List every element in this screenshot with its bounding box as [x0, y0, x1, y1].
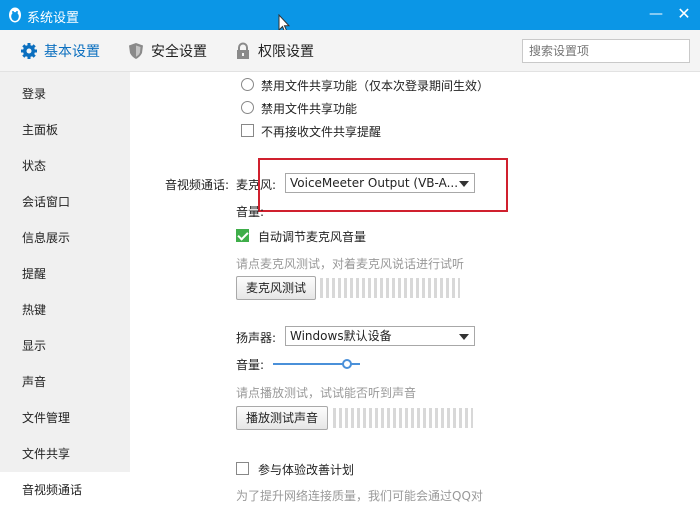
minimize-button[interactable]: — — [648, 6, 664, 22]
sidebar-item-main-panel[interactable]: 主面板 — [0, 112, 130, 148]
qq-penguin-icon — [9, 7, 21, 23]
settings-content: 禁用文件共享功能（仅本次登录期间生效） 禁用文件共享功能 不再接收文件共享提醒 … — [130, 72, 700, 508]
disable-share-session-radio[interactable] — [241, 78, 254, 91]
no-share-reminder-checkbox[interactable] — [241, 124, 254, 137]
mic-level-meter — [320, 278, 460, 298]
disable-share-label: 禁用文件共享功能 — [261, 102, 358, 116]
tab-label: 基本设置 — [44, 44, 100, 60]
tab-label: 安全设置 — [151, 44, 207, 60]
sidebar-item-file-management[interactable]: 文件管理 — [0, 400, 130, 436]
sidebar-item-sound[interactable]: 声音 — [0, 364, 130, 400]
sidebar-item-av-call[interactable]: 音视频通话 — [0, 472, 130, 508]
speaker-select[interactable]: Windows默认设备 — [285, 326, 475, 346]
speaker-volume-handle[interactable] — [341, 359, 352, 369]
sidebar-item-info-display[interactable]: 信息展示 — [0, 220, 130, 256]
sidebar-item-hotkeys[interactable]: 热键 — [0, 292, 130, 328]
search-input[interactable] — [522, 39, 690, 63]
improve-plan-checkbox[interactable] — [236, 462, 249, 475]
speaker-select-value: Windows默认设备 — [290, 329, 392, 343]
sidebar-item-reminder[interactable]: 提醒 — [0, 256, 130, 292]
mic-test-hint: 请点麦克风测试，对着麦克风说话进行试听 — [236, 257, 465, 271]
av-section-label: 音视频通话: — [165, 178, 230, 192]
speaker-level-meter — [333, 408, 473, 428]
lock-icon — [237, 42, 249, 59]
sidebar: 登录 主面板 状态 会话窗口 信息展示 提醒 热键 显示 声音 文件管理 文件共… — [0, 72, 130, 508]
tab-permission-settings[interactable]: 权限设置 — [234, 30, 314, 72]
window-title: 系统设置 — [27, 11, 80, 26]
play-test-sound-button[interactable]: 播放测试声音 — [236, 406, 328, 430]
tab-security-settings[interactable]: 安全设置 — [127, 30, 207, 72]
mic-volume-label: 音量: — [236, 205, 265, 219]
sidebar-item-file-sharing[interactable]: 文件共享 — [0, 436, 130, 472]
sidebar-item-display[interactable]: 显示 — [0, 328, 130, 364]
auto-adjust-mic-label: 自动调节麦克风音量 — [258, 230, 367, 244]
speaker-test-hint: 请点播放测试，试试能否听到声音 — [236, 386, 417, 400]
sidebar-item-status[interactable]: 状态 — [0, 148, 130, 184]
highlight-box — [258, 158, 508, 212]
sidebar-item-login[interactable]: 登录 — [0, 76, 130, 112]
mic-test-button[interactable]: 麦克风测试 — [236, 276, 316, 300]
chevron-down-icon — [459, 334, 469, 340]
gear-icon — [21, 43, 37, 59]
speaker-volume-label: 音量: — [236, 358, 265, 372]
auto-adjust-mic-checkbox[interactable] — [236, 229, 249, 242]
speaker-label: 扬声器: — [236, 331, 277, 345]
improve-plan-label: 参与体验改善计划 — [258, 463, 355, 477]
sidebar-item-chat-window[interactable]: 会话窗口 — [0, 184, 130, 220]
disable-share-session-label: 禁用文件共享功能（仅本次登录期间生效） — [261, 79, 490, 93]
close-button[interactable]: ✕ — [676, 6, 692, 22]
tab-basic-settings[interactable]: 基本设置 — [20, 30, 100, 72]
disable-share-radio[interactable] — [241, 101, 254, 114]
improve-plan-description: 为了提升网络连接质量，我们可能会通过QQ对 — [236, 489, 483, 503]
tab-label: 权限设置 — [258, 44, 314, 60]
no-share-reminder-label: 不再接收文件共享提醒 — [261, 125, 382, 139]
shield-icon — [129, 43, 143, 59]
title-bar: 系统设置 — ✕ — [0, 0, 700, 34]
